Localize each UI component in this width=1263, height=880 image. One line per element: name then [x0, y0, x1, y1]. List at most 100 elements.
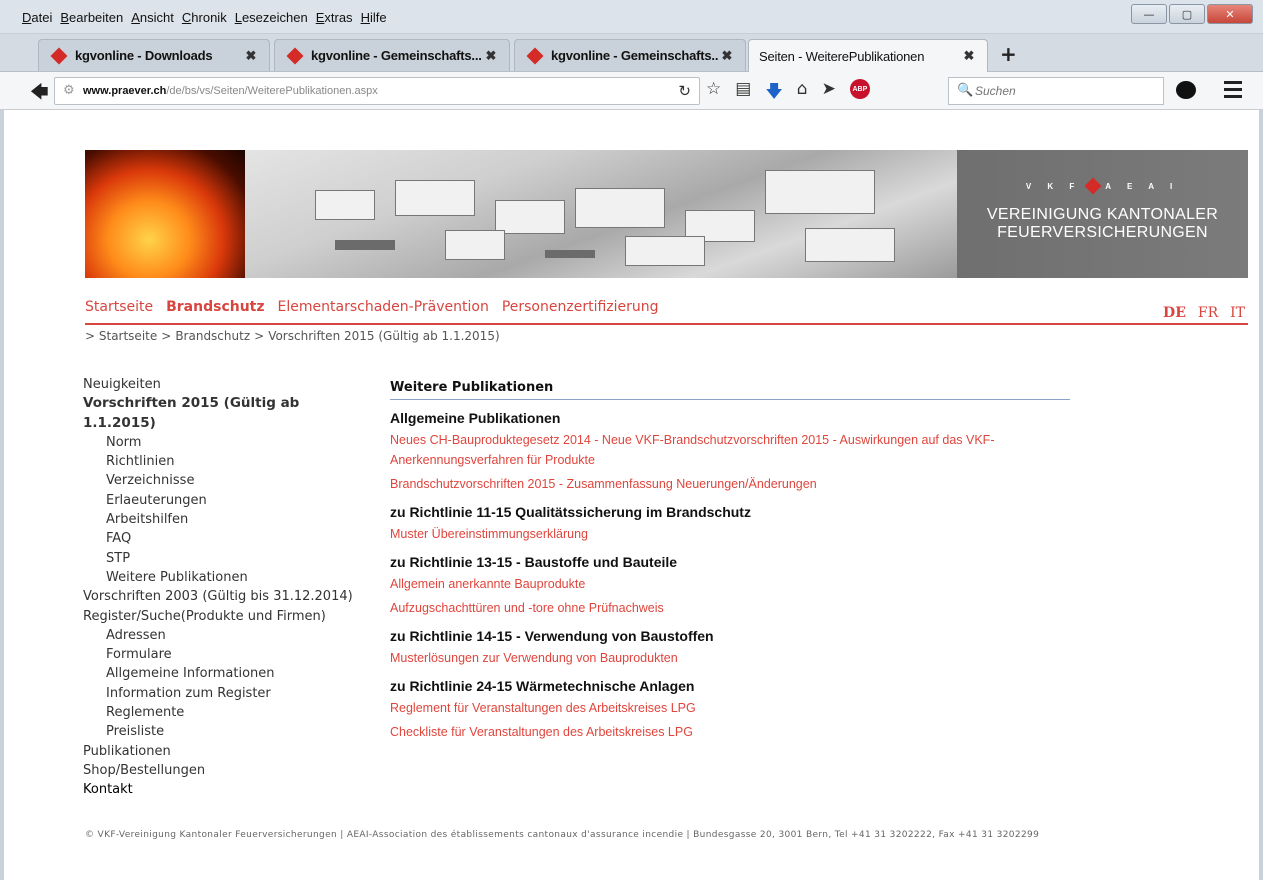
- sidenav-arbeitshilfen[interactable]: Arbeitshilfen: [83, 510, 373, 529]
- organization-name-line-1: VEREINIGUNG KANTONALER: [986, 206, 1219, 223]
- search-input[interactable]: [975, 82, 1155, 100]
- sidenav-formulare[interactable]: Formulare: [83, 645, 373, 664]
- tab-label: kgvonline - Gemeinschafts...: [551, 48, 719, 63]
- sidenav-kontakt[interactable]: Kontakt: [83, 780, 373, 799]
- minimize-icon[interactable]: —: [1131, 4, 1167, 24]
- send-paper-plane-icon[interactable]: ➤: [822, 79, 836, 108]
- tab-weitere-publikationen[interactable]: Seiten - WeiterePublikationen ✖: [748, 39, 988, 72]
- sidenav-information-zum-register[interactable]: Information zum Register: [83, 684, 373, 703]
- tab-close-icon[interactable]: ✖: [483, 48, 499, 64]
- nav-divider: [85, 323, 1248, 325]
- fire-image: [85, 150, 245, 278]
- organization-name: VEREINIGUNG KANTONALER FEUERVERSICHERUNG…: [957, 206, 1248, 242]
- search-box[interactable]: 🔍: [948, 77, 1164, 105]
- sidenav-publikationen[interactable]: Publikationen: [83, 742, 373, 761]
- organization-name-line-2: FEUERVERSICHERUNGEN: [997, 224, 1208, 241]
- menu-datei[interactable]: Datei: [22, 10, 52, 25]
- page-title: Weitere Publikationen: [390, 380, 1070, 400]
- site-identity-icon[interactable]: ⚙: [63, 83, 75, 98]
- url-host: www.praever.ch: [83, 85, 167, 97]
- sidenav-preisliste[interactable]: Preisliste: [83, 722, 373, 741]
- menu-ansicht[interactable]: Ansicht: [131, 10, 174, 25]
- breadcrumb-brandschutz[interactable]: Brandschutz: [175, 329, 250, 343]
- sidenav-register-suche[interactable]: Register/Suche(Produkte und Firmen): [83, 607, 373, 626]
- section-heading: Allgemeine Publikationen: [390, 410, 561, 426]
- tab-gemeinschafts-2[interactable]: kgvonline - Gemeinschafts... ✖: [514, 39, 746, 71]
- nav-personenzertifizierung[interactable]: Personenzertifizierung: [502, 299, 659, 315]
- tab-label: kgvonline - Gemeinschafts...: [311, 48, 482, 63]
- publication-link[interactable]: Allgemein anerkannte Bauprodukte: [390, 574, 1070, 594]
- bookmark-star-icon[interactable]: ☆: [706, 79, 721, 108]
- new-tab-icon[interactable]: +: [1000, 42, 1017, 66]
- side-navigation: Neuigkeiten Vorschriften 2015 (Gültig ab…: [83, 375, 373, 800]
- url-bar[interactable]: ⚙ www.praever.ch/de/bs/vs/Seiten/Weitere…: [54, 77, 700, 105]
- menu-lesezeichen[interactable]: Lesezeichen: [235, 10, 308, 25]
- sidenav-stp[interactable]: STP: [83, 549, 373, 568]
- navigation-bar: 🡄 ⚙ www.praever.ch/de/bs/vs/Seiten/Weite…: [0, 72, 1263, 110]
- chat-bubble-icon[interactable]: [1176, 81, 1196, 99]
- tab-label: Seiten - WeiterePublikationen: [759, 48, 925, 64]
- window-controls: — ▢ ✕: [1129, 4, 1253, 24]
- toolbar-icons: ☆ ▤ 🡇 ⌂ ➤ ABP: [706, 79, 870, 108]
- publication-link[interactable]: Reglement für Veranstaltungen des Arbeit…: [390, 698, 1070, 718]
- nav-startseite[interactable]: Startseite: [85, 299, 153, 315]
- menu-extras[interactable]: Extras: [316, 10, 353, 25]
- tab-downloads[interactable]: kgvonline - Downloads ✖: [38, 39, 270, 71]
- publication-link[interactable]: Musterlösungen zur Verwendung von Baupro…: [390, 648, 1070, 668]
- breadcrumb-startseite[interactable]: > Startseite: [85, 329, 157, 343]
- section-heading: zu Richtlinie 11-15 Qualitätssicherung i…: [390, 504, 751, 520]
- tab-close-icon[interactable]: ✖: [961, 48, 977, 64]
- tab-close-icon[interactable]: ✖: [719, 48, 735, 64]
- publication-link[interactable]: Checkliste für Veranstaltungen des Arbei…: [390, 722, 1070, 742]
- sidenav-vorschriften-2015[interactable]: Vorschriften 2015 (Gültig ab 1.1.2015): [83, 394, 373, 433]
- sidenav-allgemeine-informationen[interactable]: Allgemeine Informationen: [83, 664, 373, 683]
- sidenav-vorschriften-2003[interactable]: Vorschriften 2003 (Gültig bis 31.12.2014…: [83, 587, 373, 606]
- download-arrow-icon[interactable]: 🡇: [765, 79, 782, 108]
- sidenav-reglemente[interactable]: Reglemente: [83, 703, 373, 722]
- sidenav-richtlinien[interactable]: Richtlinien: [83, 452, 373, 471]
- menu-hilfe[interactable]: Hilfe: [361, 10, 387, 25]
- sidenav-faq[interactable]: FAQ: [83, 529, 373, 548]
- sidenav-norm[interactable]: Norm: [83, 433, 373, 452]
- tab-gemeinschafts-1[interactable]: kgvonline - Gemeinschafts... ✖: [274, 39, 510, 71]
- back-arrow-icon[interactable]: 🡄: [30, 80, 49, 110]
- flame-logo-icon: [1084, 177, 1102, 195]
- tab-bar: kgvonline - Downloads ✖ kgvonline - Geme…: [0, 34, 1263, 72]
- section-heading: zu Richtlinie 24-15 Wärmetechnische Anla…: [390, 678, 695, 694]
- home-icon[interactable]: ⌂: [797, 79, 808, 108]
- logo-vkf: V K F: [1025, 181, 1082, 191]
- section-heading: zu Richtlinie 13-15 - Baustoffe und Baut…: [390, 554, 678, 570]
- main-content: Weitere Publikationen Allgemeine Publika…: [390, 380, 1070, 742]
- publication-link[interactable]: Aufzugschachttüren und -tore ohne Prüfna…: [390, 598, 1070, 618]
- close-window-icon[interactable]: ✕: [1207, 4, 1253, 24]
- nav-brandschutz[interactable]: Brandschutz: [166, 299, 264, 315]
- reload-icon[interactable]: ↻: [678, 82, 691, 100]
- publication-link[interactable]: Muster Übereinstimmungserklärung: [390, 524, 1070, 544]
- logo-aeai: A E A I: [1105, 181, 1180, 191]
- search-icon: 🔍: [957, 83, 974, 98]
- sidenav-adressen[interactable]: Adressen: [83, 626, 373, 645]
- menu-bearbeiten[interactable]: Bearbeiten: [60, 10, 123, 25]
- adblock-plus-icon[interactable]: ABP: [849, 79, 870, 99]
- lang-de[interactable]: DE: [1163, 305, 1186, 321]
- nav-elementarschaden-praevention[interactable]: Elementarschaden-Prävention: [278, 299, 489, 315]
- sidenav-weitere-publikationen[interactable]: Weitere Publikationen: [83, 568, 373, 587]
- lang-fr[interactable]: FR: [1198, 305, 1218, 321]
- menu-chronik[interactable]: Chronik: [182, 10, 227, 25]
- lang-it[interactable]: IT: [1230, 305, 1245, 321]
- site-favicon-icon: [50, 47, 68, 64]
- reading-list-icon[interactable]: ▤: [735, 79, 751, 108]
- publication-link[interactable]: Brandschutzvorschriften 2015 - Zusammenf…: [390, 474, 1070, 494]
- organization-brand[interactable]: V K F A E A I VEREINIGUNG KANTONALER FEU…: [957, 150, 1248, 278]
- main-navigation: Startseite Brandschutz Elementarschaden-…: [85, 299, 659, 315]
- sidenav-verzeichnisse[interactable]: Verzeichnisse: [83, 471, 373, 490]
- hamburger-menu-icon[interactable]: [1224, 81, 1242, 102]
- maximize-icon[interactable]: ▢: [1169, 4, 1205, 24]
- url-text[interactable]: www.praever.ch/de/bs/vs/Seiten/WeiterePu…: [83, 85, 378, 97]
- sidenav-neuigkeiten[interactable]: Neuigkeiten: [83, 375, 373, 394]
- tab-close-icon[interactable]: ✖: [243, 48, 259, 64]
- sidenav-shop-bestellungen[interactable]: Shop/Bestellungen: [83, 761, 373, 780]
- sidenav-erlaeuterungen[interactable]: Erlaeuterungen: [83, 491, 373, 510]
- url-path: /de/bs/vs/Seiten/WeiterePublikationen.as…: [166, 85, 378, 97]
- publication-link[interactable]: Neues CH-Bauproduktegesetz 2014 - Neue V…: [390, 430, 1080, 470]
